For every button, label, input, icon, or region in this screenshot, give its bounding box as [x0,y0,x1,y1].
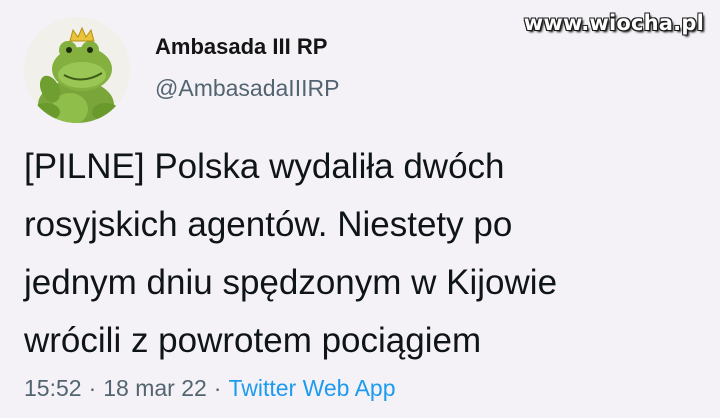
tweet-text: [PILNE] Polska wydaliła dwóch rosyjskich… [24,138,704,370]
tweet-text-line: [PILNE] Polska wydaliła dwóch [24,147,505,186]
author-handle[interactable]: @AmbasadaIIIRP [155,75,339,102]
frog-prince-avatar-icon [24,17,130,123]
tweet-date[interactable]: 18 mar 22 [103,375,207,401]
tweet-time[interactable]: 15:52 [24,375,82,401]
tweet-metadata: 15:52 · 18 mar 22 · Twitter Web App [24,375,396,402]
site-watermark: www.wiocha.pl [523,11,704,35]
tweet-text-line: rosyjskich agentów. Niestety po [24,205,513,244]
avatar[interactable] [24,17,130,123]
tweet-text-line: wrócili z powrotem pociągiem [24,321,482,360]
tweet-source-link[interactable]: Twitter Web App [228,375,395,401]
tweet-card: www.wiocha.pl Ambasada III RP @AmbasadaI… [0,0,720,418]
author-display-name[interactable]: Ambasada III RP [155,34,327,60]
meta-separator: · [88,375,97,401]
tweet-text-line: jednym dniu spędzonym w Kijowie [24,263,558,302]
meta-separator: · [213,375,222,401]
